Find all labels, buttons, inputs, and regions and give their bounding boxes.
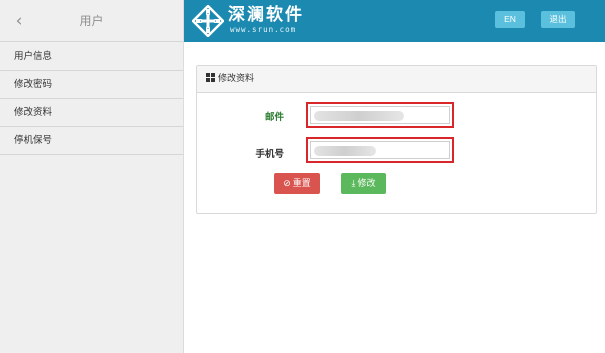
- ban-icon: ⊘: [283, 178, 291, 188]
- sidebar-menu: 用户信息 修改密码 修改资料 停机保号: [0, 43, 183, 155]
- logo-text: 深澜软件: [228, 5, 304, 25]
- logo: 深澜软件 www.srun.com: [192, 4, 342, 38]
- panel-title: 修改资料: [218, 74, 255, 84]
- save-button[interactable]: ⤓ 修改: [341, 173, 386, 194]
- reset-button-label: 重置: [292, 178, 311, 188]
- sidebar-header: ‹ 用户: [0, 0, 183, 42]
- top-bar: 深澜软件 www.srun.com EN 退出: [184, 0, 605, 42]
- panel-header: 修改资料: [197, 66, 596, 93]
- sidebar-item-edit-profile[interactable]: 修改资料: [0, 99, 183, 127]
- sidebar-item-user-info[interactable]: 用户信息: [0, 43, 183, 71]
- logout-button[interactable]: 退出: [541, 11, 575, 28]
- phone-field-highlight: [306, 137, 454, 163]
- logo-mark-icon: [192, 5, 224, 37]
- sidebar-item-suspend[interactable]: 停机保号: [0, 127, 183, 155]
- app-root: ‹ 用户 用户信息 修改密码 修改资料 停机保号 深澜软件 www.srun.c…: [0, 0, 605, 353]
- edit-profile-panel: 修改资料 邮件 手机号 ⊘ 重置 ⤓ 修改: [196, 65, 597, 214]
- save-button-label: 修改: [357, 178, 376, 188]
- email-field-highlight: [306, 102, 454, 128]
- phone-field[interactable]: [310, 141, 450, 159]
- sidebar-title: 用户: [79, 14, 104, 28]
- sidebar: ‹ 用户 用户信息 修改密码 修改资料 停机保号: [0, 0, 184, 353]
- email-field[interactable]: [310, 106, 450, 124]
- grid-icon: [206, 73, 215, 82]
- logo-url: www.srun.com: [230, 25, 297, 34]
- email-label: 邮件: [264, 112, 284, 123]
- language-button[interactable]: EN: [495, 11, 525, 28]
- chevron-left-icon[interactable]: ‹: [11, 11, 27, 31]
- sidebar-item-change-password[interactable]: 修改密码: [0, 71, 183, 99]
- phone-label: 手机号: [255, 149, 284, 160]
- reset-button[interactable]: ⊘ 重置: [274, 173, 320, 194]
- download-icon: ⤓: [351, 178, 356, 188]
